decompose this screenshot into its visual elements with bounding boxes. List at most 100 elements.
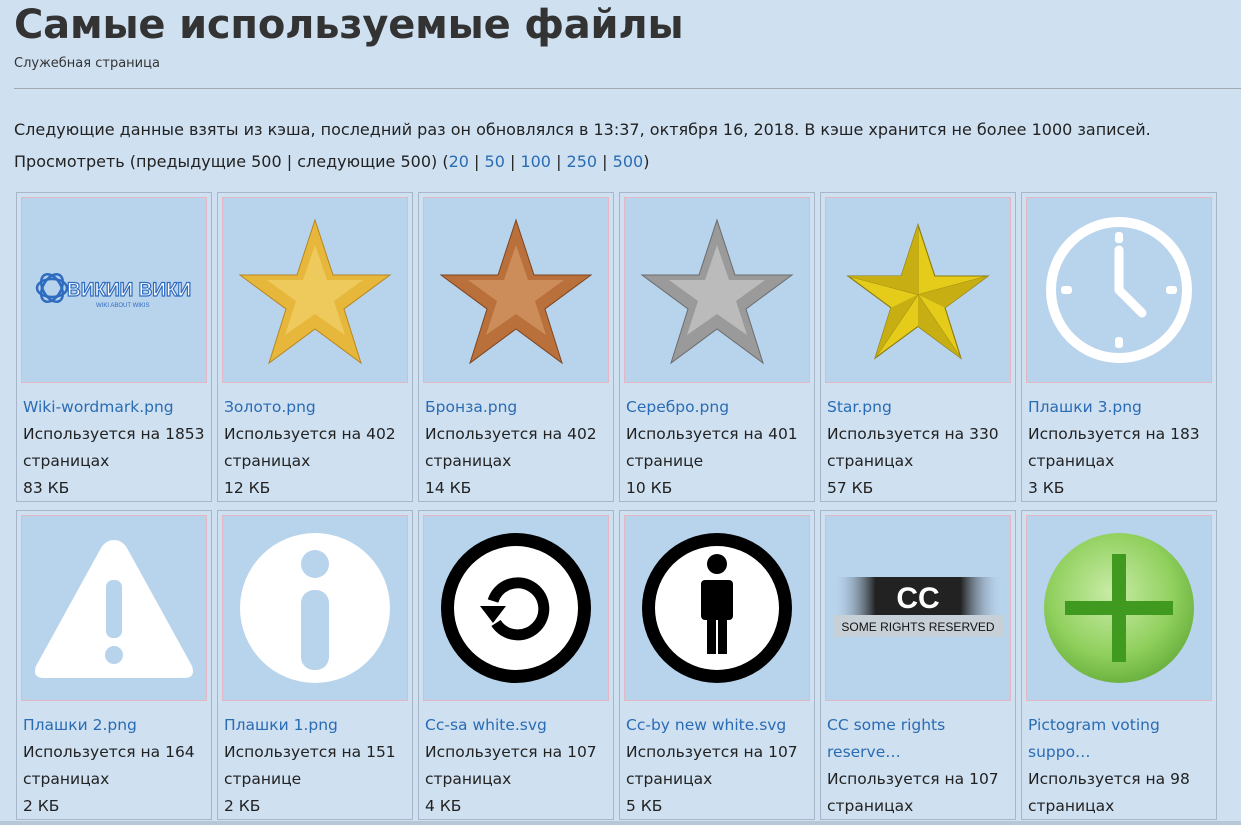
file-usage: Используется на 107 [425, 743, 597, 761]
file-link[interactable]: Star.png [827, 394, 1015, 421]
file-thumbnail[interactable] [423, 515, 609, 701]
file-size: 5 КБ [626, 797, 663, 815]
horizontal-scrollbar[interactable] [0, 821, 1241, 825]
warning-icon [35, 540, 193, 678]
file-card: Star.png Используется на 330 страницах 5… [820, 192, 1016, 502]
file-card: ВИКИИ ВИКИ WIKI ABOUT WIKIS Wiki-wordmar… [16, 192, 212, 502]
file-size: 3 КБ [1028, 479, 1065, 497]
file-gallery: ВИКИИ ВИКИ WIKI ABOUT WIKIS Wiki-wordmar… [16, 192, 1221, 820]
cc-logo-text: CC [896, 582, 939, 615]
file-link[interactable]: Pictogram voting [1028, 712, 1216, 739]
file-link[interactable]: Бронза.png [425, 394, 613, 421]
file-usage-unit: страницах [23, 770, 110, 788]
file-link[interactable]: Серебро.png [626, 394, 814, 421]
limit-link-50[interactable]: 50 [485, 152, 505, 171]
file-usage: Используется на 164 [23, 743, 195, 761]
file-usage-unit: страницах [626, 770, 713, 788]
file-usage: Используется на 98 [1028, 770, 1190, 788]
file-thumbnail[interactable] [624, 197, 810, 383]
page-subtitle: Служебная страница [14, 56, 160, 71]
pagination-suffix: ) [643, 152, 650, 171]
file-link-cont[interactable]: suppo… [1028, 739, 1216, 766]
file-usage: Используется на 330 [827, 425, 999, 443]
file-link[interactable]: Плашки 3.png [1028, 394, 1216, 421]
file-size: 14 КБ [425, 479, 472, 497]
file-usage: Используется на 107 [827, 770, 999, 788]
file-usage-unit: страницах [827, 797, 914, 815]
file-usage-unit: страницах [224, 452, 311, 470]
file-usage-unit: страницах [425, 452, 512, 470]
file-card: Cc-by new white.svg Используется на 107 … [619, 510, 815, 820]
file-size: 2 КБ [23, 797, 60, 815]
file-card: Pictogram voting suppo… Используется на … [1021, 510, 1217, 820]
file-link[interactable]: Золото.png [224, 394, 412, 421]
file-thumbnail[interactable] [21, 515, 207, 701]
limit-link-250[interactable]: 250 [567, 152, 598, 171]
file-size: 10 КБ [626, 479, 673, 497]
wordmark-text: ВИКИИ ВИКИ [67, 280, 191, 301]
file-card: Серебро.png Используется на 401 странице… [619, 192, 815, 502]
pagination-prefix: Просмотреть (предыдущие 500 | следующие … [14, 152, 449, 171]
clock-icon [1046, 217, 1192, 363]
file-thumbnail[interactable] [1026, 197, 1212, 383]
page-title: Самые используемые файлы [14, 2, 684, 48]
file-usage: Используется на 402 [224, 425, 396, 443]
file-usage: Используется на 1853 [23, 425, 205, 443]
cc-sa-icon [441, 533, 591, 683]
file-usage: Используется на 107 [626, 743, 798, 761]
file-link[interactable]: CC some rights [827, 712, 1015, 739]
yellow-star-icon [846, 222, 990, 360]
file-link-cont[interactable]: reserve… [827, 739, 1015, 766]
file-link[interactable]: Cc-sa white.svg [425, 712, 613, 739]
file-size: 4 КБ [425, 797, 462, 815]
file-size: 12 КБ [224, 479, 271, 497]
file-size: 2 КБ [224, 797, 261, 815]
file-link[interactable]: Wiki-wordmark.png [23, 394, 211, 421]
bronze-star-icon [439, 218, 593, 365]
file-thumbnail[interactable] [1026, 515, 1212, 701]
silver-star-icon [640, 218, 794, 365]
file-thumbnail[interactable]: CC SOME RIGHTS RESERVED [825, 515, 1011, 701]
file-link[interactable]: Плашки 2.png [23, 712, 211, 739]
gold-star-icon [238, 218, 392, 365]
info-icon [240, 533, 390, 683]
pagination-nav: Просмотреть (предыдущие 500 | следующие … [14, 152, 650, 171]
file-thumbnail[interactable]: ВИКИИ ВИКИ WIKI ABOUT WIKIS [21, 197, 207, 383]
file-usage: Используется на 401 [626, 425, 798, 443]
file-size: 57 КБ [827, 479, 874, 497]
file-usage: Используется на 402 [425, 425, 597, 443]
file-card: CC SOME RIGHTS RESERVED CC some rights r… [820, 510, 1016, 820]
limit-link-20[interactable]: 20 [449, 152, 469, 171]
cc-some-rights-icon: CC SOME RIGHTS RESERVED [833, 577, 1003, 637]
voting-support-icon [1044, 533, 1194, 683]
wiki-wordmark-logo: ВИКИИ ВИКИ WIKI ABOUT WIKIS [35, 273, 192, 309]
cache-info-text: Следующие данные взяты из кэша, последни… [14, 120, 1151, 139]
file-thumbnail[interactable] [222, 515, 408, 701]
file-card: Cc-sa white.svg Используется на 107 стра… [418, 510, 614, 820]
file-link[interactable]: Плашки 1.png [224, 712, 412, 739]
file-usage: Используется на 183 [1028, 425, 1200, 443]
file-size: 83 КБ [23, 479, 70, 497]
file-usage-unit: странице [626, 452, 704, 470]
divider [14, 88, 1241, 89]
file-usage-unit: страницах [23, 452, 110, 470]
file-usage-unit: страницах [425, 770, 512, 788]
file-card: Бронза.png Используется на 402 страницах… [418, 192, 614, 502]
file-card: Плашки 2.png Используется на 164 страниц… [16, 510, 212, 820]
file-usage: Используется на 151 [224, 743, 396, 761]
file-usage-unit: страницах [1028, 452, 1115, 470]
file-thumbnail[interactable] [423, 197, 609, 383]
file-usage-unit: страницах [1028, 797, 1115, 815]
file-thumbnail[interactable] [825, 197, 1011, 383]
file-thumbnail[interactable] [624, 515, 810, 701]
cc-logo-subtext: SOME RIGHTS RESERVED [841, 620, 994, 634]
file-usage-unit: страницах [827, 452, 914, 470]
cc-by-icon [642, 533, 792, 683]
file-card: Плашки 1.png Используется на 151 страниц… [217, 510, 413, 820]
limit-link-500[interactable]: 500 [613, 152, 644, 171]
file-card: Плашки 3.png Используется на 183 страниц… [1021, 192, 1217, 502]
file-thumbnail[interactable] [222, 197, 408, 383]
limit-link-100[interactable]: 100 [520, 152, 551, 171]
file-usage-unit: странице [224, 770, 302, 788]
file-link[interactable]: Cc-by new white.svg [626, 712, 814, 739]
